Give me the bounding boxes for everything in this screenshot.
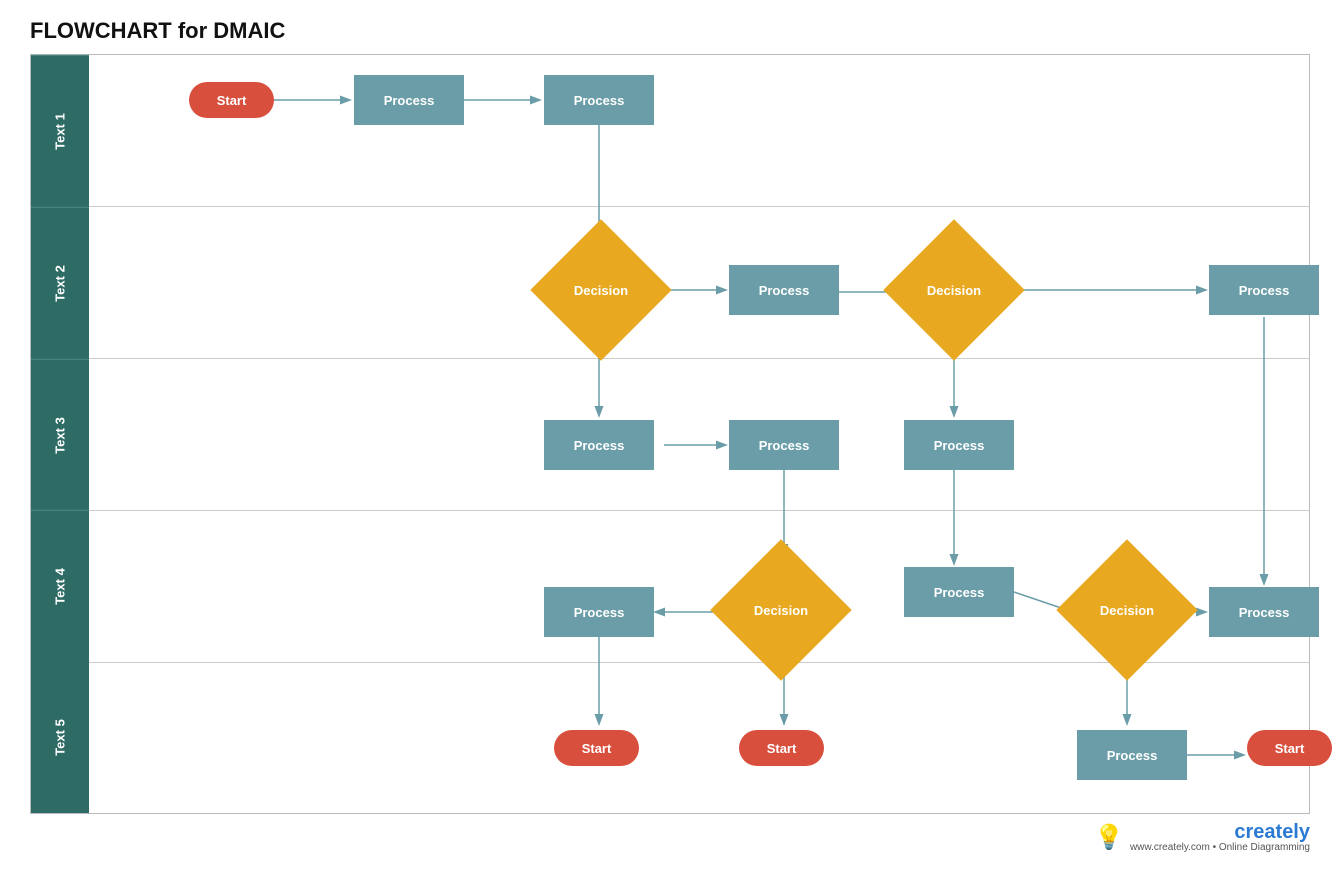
- process-7: Process: [904, 420, 1014, 470]
- lane-row-2: [89, 207, 1309, 359]
- diagram-outer: Text 1 Text 2 Text 3 Text 4 Text 5: [30, 54, 1310, 814]
- lane-label-5: Text 5: [31, 662, 89, 813]
- process-6: Process: [729, 420, 839, 470]
- creately-logo: creately www.creately.com • Online Diagr…: [1130, 822, 1310, 853]
- lane-row-1: [89, 55, 1309, 207]
- lane-label-1: Text 1: [31, 55, 89, 207]
- process-2: Process: [544, 75, 654, 125]
- decision-3: Decision: [731, 560, 831, 660]
- decision-4: Decision: [1077, 560, 1177, 660]
- process-10: Process: [1209, 587, 1319, 637]
- brand-url: www.creately.com • Online Diagramming: [1130, 842, 1310, 853]
- decision-1: Decision: [551, 240, 651, 340]
- lane-label-4: Text 4: [31, 510, 89, 662]
- start-1: Start: [189, 82, 274, 118]
- process-1: Process: [354, 75, 464, 125]
- process-3: Process: [729, 265, 839, 315]
- lane-row-3: [89, 359, 1309, 511]
- process-11: Process: [1077, 730, 1187, 780]
- lane-labels: Text 1 Text 2 Text 3 Text 4 Text 5: [31, 55, 89, 813]
- lane-label-3: Text 3: [31, 359, 89, 511]
- start-4: Start: [1247, 730, 1332, 766]
- process-8: Process: [544, 587, 654, 637]
- process-4: Process: [1209, 265, 1319, 315]
- start-2: Start: [554, 730, 639, 766]
- brand-name: creately: [1234, 822, 1310, 842]
- diagram-content: Start Process Process Decision Process D…: [89, 55, 1309, 813]
- footer: 💡 creately www.creately.com • Online Dia…: [0, 814, 1340, 857]
- lane-label-2: Text 2: [31, 207, 89, 359]
- page-title: FLOWCHART for DMAIC: [0, 0, 1340, 54]
- bulb-icon: 💡: [1094, 823, 1124, 852]
- process-5: Process: [544, 420, 654, 470]
- decision-2: Decision: [904, 240, 1004, 340]
- start-3: Start: [739, 730, 824, 766]
- process-9: Process: [904, 567, 1014, 617]
